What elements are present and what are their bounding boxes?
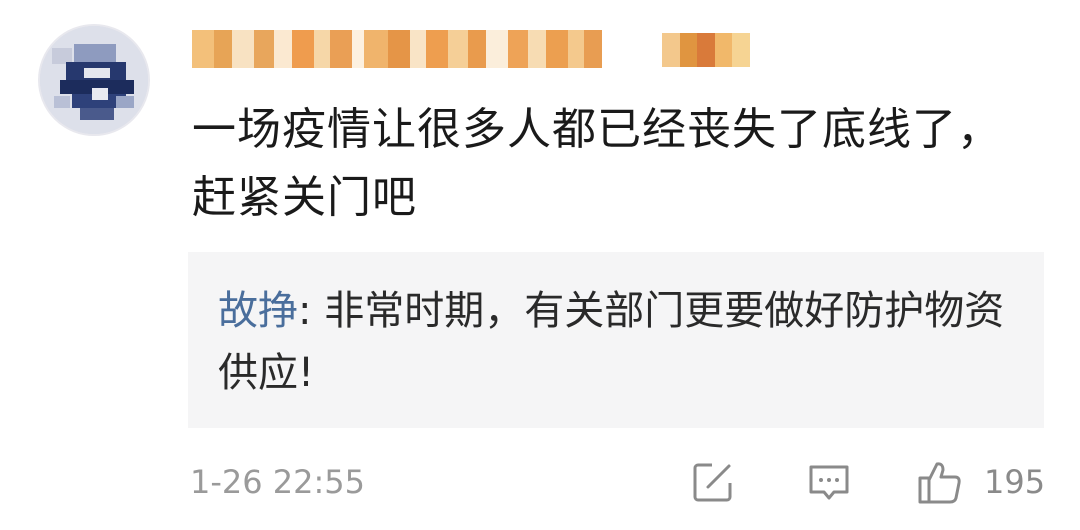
reply-separator: : [298, 288, 325, 334]
username-redacted[interactable] [192, 30, 602, 68]
comment-timestamp: 1-26 22:55 [190, 463, 366, 501]
user-badge-redacted [662, 33, 750, 67]
like-button[interactable]: 195 [916, 458, 1045, 506]
comment-bubble-icon [806, 459, 852, 505]
reply-text: 非常时期，有关部门更要做好防护物资供应! [218, 288, 1005, 396]
thumbs-up-icon [916, 458, 964, 506]
reply-button[interactable] [806, 458, 852, 506]
reply-content: 故挣: 非常时期，有关部门更要做好防护物资供应! [218, 280, 1008, 404]
like-count: 195 [984, 463, 1046, 501]
reply-author-link[interactable]: 故挣 [218, 288, 298, 334]
comment-item: 一场疫情让很多人都已经丧失了底线了，赶紧关门吧 故挣: 非常时期，有关部门更要做… [0, 0, 1080, 530]
reply-preview[interactable]: 故挣: 非常时期，有关部门更要做好防护物资供应! [188, 252, 1044, 428]
share-button[interactable] [690, 458, 736, 506]
share-edit-icon [690, 459, 736, 505]
avatar[interactable] [38, 24, 150, 136]
comment-text: 一场疫情让很多人都已经丧失了底线了，赶紧关门吧 [192, 104, 1002, 223]
comment-footer: 1-26 22:55 195 [0, 452, 1080, 512]
